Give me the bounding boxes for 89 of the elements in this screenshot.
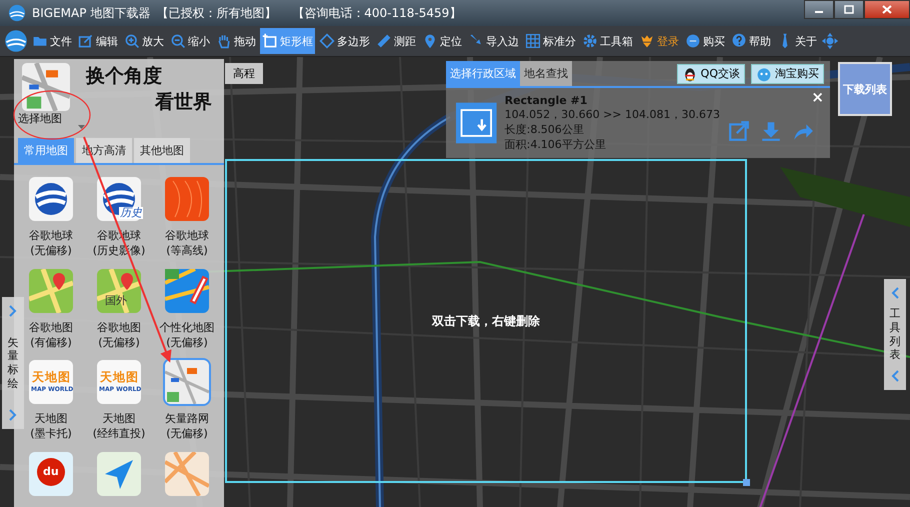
maximize-icon [844,5,854,14]
zoom-in-icon [124,33,140,49]
area-text: 面积:4.106平方公里 [504,137,607,152]
move-icon[interactable] [821,32,839,50]
map-source-icon[interactable] [27,175,75,223]
ruler-icon [376,33,392,49]
map-source-label: 天地图 (经纬直投) [92,412,146,442]
tool-list-tab[interactable]: 工具列表 [884,279,906,390]
chevron-icon [9,409,17,421]
polygon-icon [319,33,335,49]
side-tab-label: 矢量标绘 [8,336,18,390]
rectangle-icon [262,33,278,49]
chevron-icon [9,305,17,317]
toolbar-button[interactable]: 缩小 [168,28,212,54]
hand-icon [216,33,232,49]
crown-icon [639,33,655,49]
close-button[interactable] [864,0,910,19]
close-button[interactable]: × [807,88,828,106]
selection-hint: 双击下载，右键删除 [432,312,540,330]
toolbar-button[interactable]: 登录 [637,28,681,54]
edit-icon [78,33,94,49]
side-tab-label: 工具列表 [890,307,900,362]
icon-label: 历史 [119,206,143,219]
chevron-icon [891,370,899,382]
edit-icon[interactable] [728,120,750,142]
toolbar-button[interactable]: 帮助 [729,28,773,54]
slogan-text: 换个角度 [86,64,163,89]
map-source-icon[interactable]: 历史 [95,175,143,223]
globe-logo-icon[interactable] [4,29,28,53]
download-box-icon [456,101,497,145]
maximize-button[interactable] [834,0,864,19]
location-pin-icon [422,33,438,49]
toolbar-button[interactable]: 编辑 [76,28,120,54]
map-source-label: 谷歌地图 (无偏移) [97,320,141,350]
toolbar-button[interactable]: 购买 [683,28,727,54]
toolbar-button[interactable]: 定位 [420,28,464,54]
icon-label: 国外 [105,292,127,308]
map-source-icon[interactable]: 国外 [95,266,143,315]
map-category-tab[interactable]: 其他地图 [134,138,190,163]
region-tab[interactable]: 地名查找 [520,61,572,86]
slogan-text: 看世界 [155,90,212,115]
map-source-label: 谷歌地图 (有偏移) [29,320,73,350]
smiley-icon [756,66,772,82]
map-source-icon[interactable] [27,266,75,315]
map-source-label: 天地图 (墨卡托) [30,412,72,442]
resize-handle[interactable] [743,479,750,486]
close-icon [882,5,892,14]
contact-button[interactable]: QQ交谈 [676,64,745,84]
elevation-tab[interactable]: 高程 [225,63,263,84]
toolbar-button[interactable]: 关于 [775,28,819,54]
caret-icon [78,125,85,130]
icon-label: 天地图 [32,369,71,386]
toolbar-button[interactable]: 标准分 [523,28,578,54]
map-picker-label: 选择地图 [18,111,62,126]
grid-icon [525,33,541,49]
vector-drawing-tab[interactable]: 矢量标绘 [2,297,24,429]
map-source-icon[interactable] [163,266,211,315]
phone-text: 【咨询电话：400-118-5459】 [292,4,462,22]
map-thumbnail-icon [22,63,70,111]
coordinates-text: 104.052，30.660 >> 104.081，30.673 [504,107,720,122]
help-icon [731,33,747,49]
toolbar-button[interactable]: 拖动 [214,28,258,54]
map-source-icon[interactable] [95,450,143,498]
toolbar-button[interactable]: 测距 [374,28,418,54]
map-source-label: 谷歌地球 (无偏移) [29,229,73,259]
map-source-label: 矢量路网 (无偏移) [165,412,209,442]
map-source-icon[interactable]: du [27,450,75,498]
window-title: BIGEMAP 地图下载器 [32,4,150,22]
map-source-label: 谷歌地球 (等高线) [165,229,209,259]
map-source-label: 个性化地图 (无偏移) [160,320,214,350]
toolbar-button[interactable]: 文件 [30,28,74,54]
toolbar-button[interactable]: 放大 [122,28,166,54]
chevron-icon [891,287,899,299]
zoom-out-icon [170,33,186,49]
download-icon[interactable] [760,120,782,142]
length-text: 长度:8.506公里 [504,122,585,137]
selection-rectangle[interactable]: 双击下载，右键删除 [225,159,747,483]
shape-title: Rectangle #1 [504,94,588,107]
contact-button[interactable]: 淘宝购买 [751,64,824,84]
toolbar-button[interactable]: 导入边 [466,28,521,54]
icon-label: 天地图 [100,369,139,386]
license-text: 【已授权：所有地图】 [156,4,276,22]
icon-label: du [43,465,59,478]
app-logo-icon [8,4,26,22]
toolbar-button[interactable]: 多边形 [317,28,372,54]
map-picker[interactable]: 选择地图 [18,63,82,126]
gear-icon [582,33,598,49]
minimize-button[interactable] [804,0,834,19]
toolbar-button[interactable]: 工具箱 [580,28,635,54]
